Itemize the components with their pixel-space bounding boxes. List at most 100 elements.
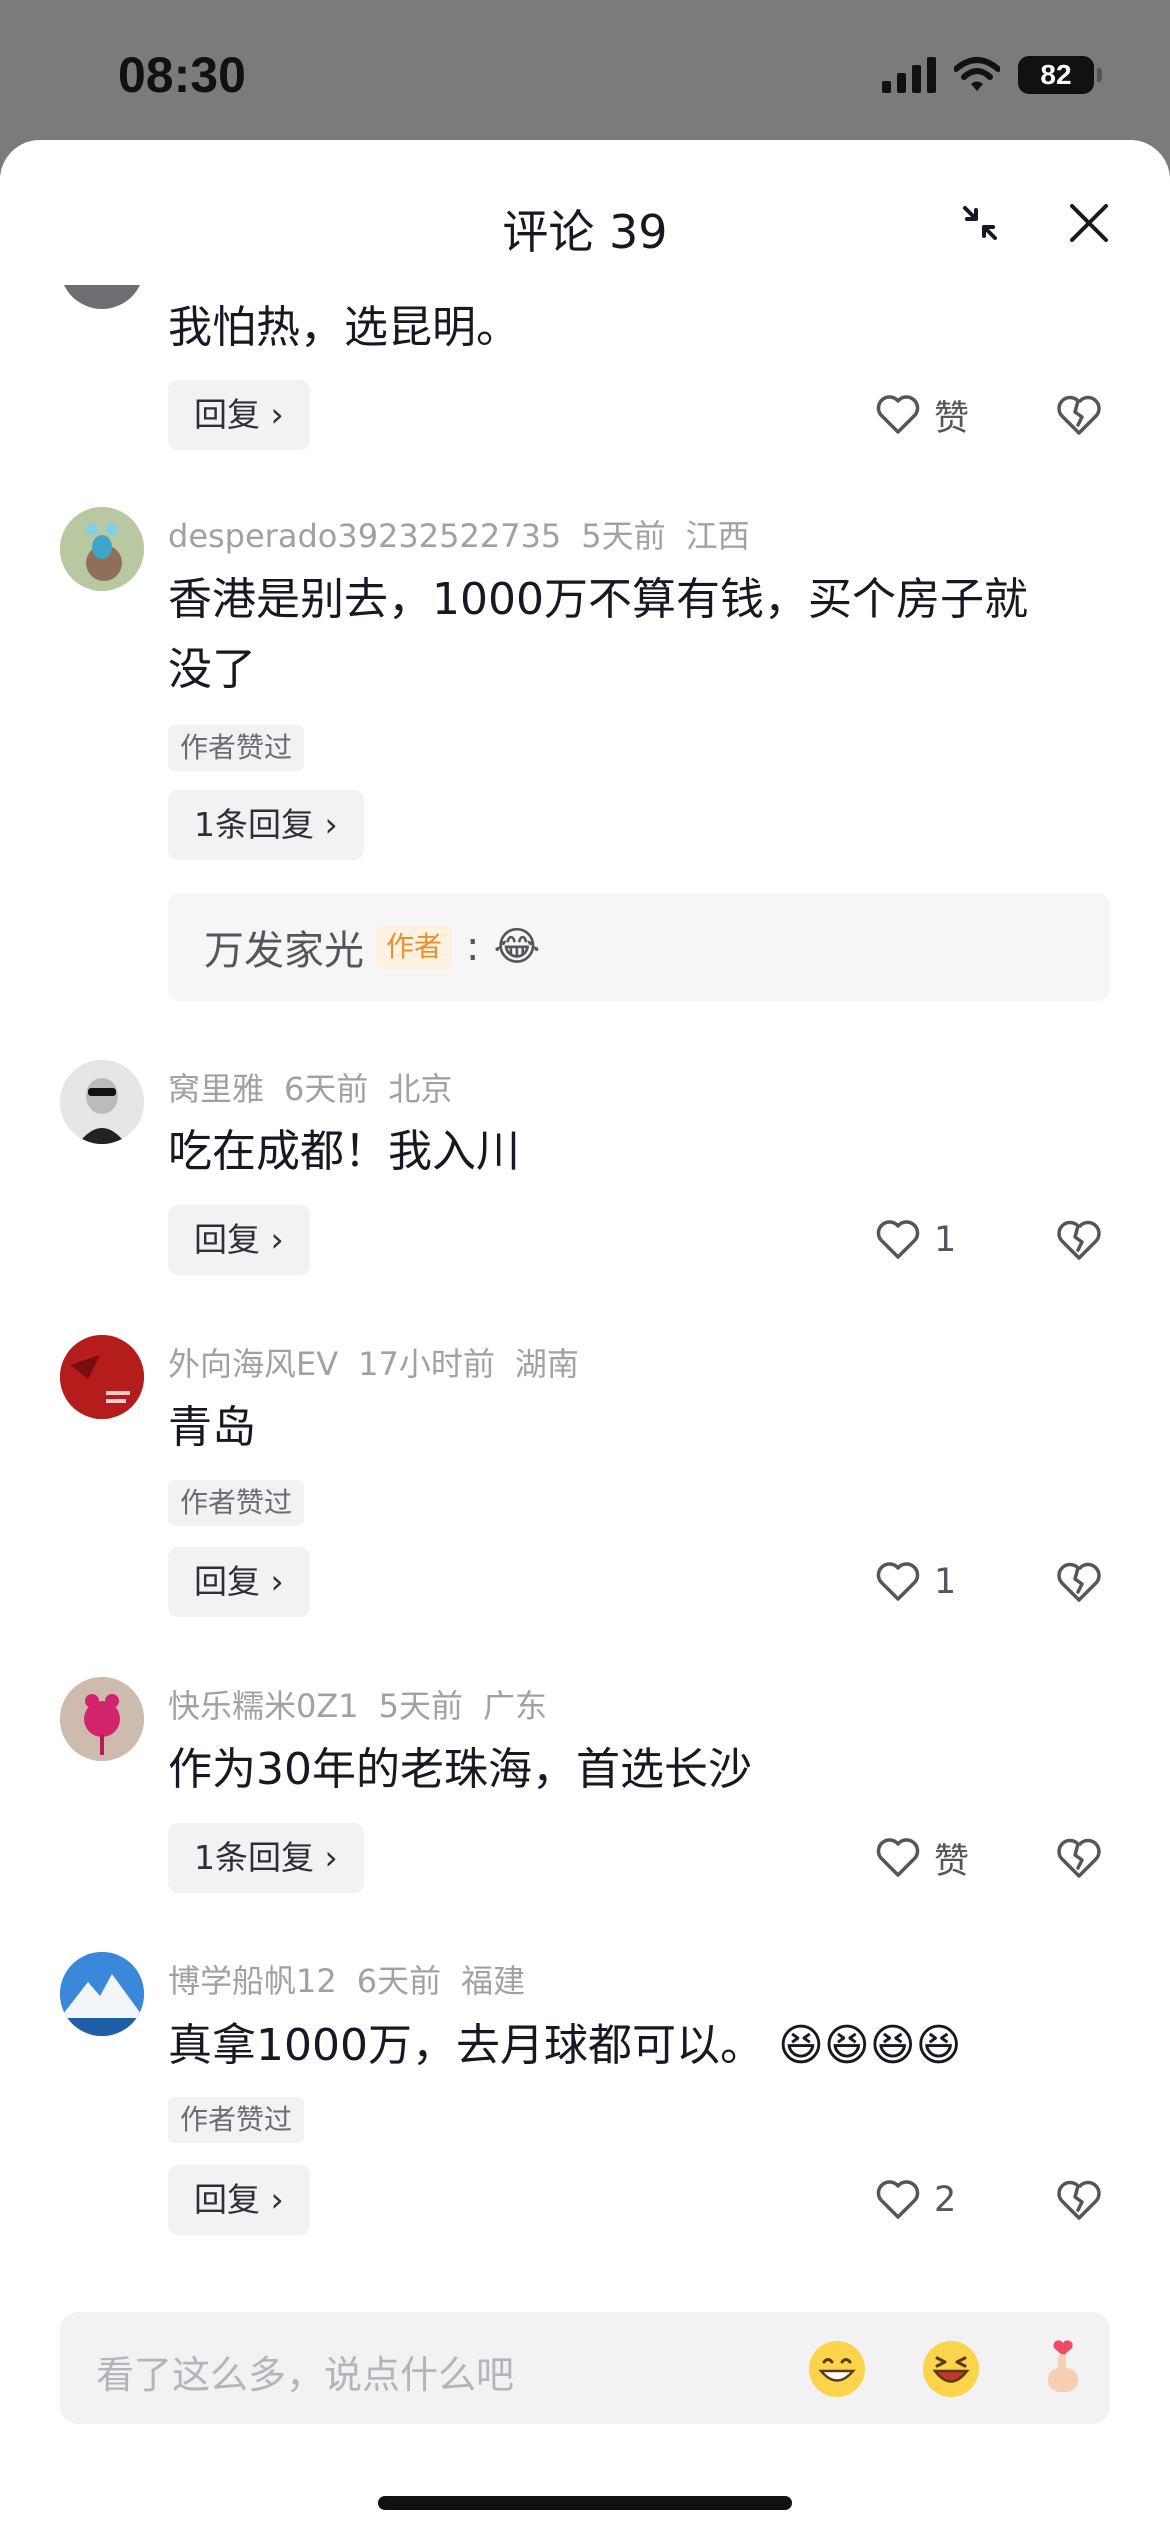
reply-label: 回复 — [194, 2180, 260, 2219]
chevron-right-icon: › — [270, 1562, 284, 1601]
avatar-image — [60, 1952, 144, 2036]
avatar-image — [60, 1060, 144, 1144]
status-time: 08:30 — [118, 47, 246, 103]
comment-text: 青岛 — [168, 1402, 256, 1453]
chevron-right-icon: › — [324, 1838, 338, 1877]
author-liked-badge: 作者赞过 — [168, 2097, 305, 2143]
reply-content: 😂 — [493, 924, 541, 970]
comment-time: 5天前 — [378, 1687, 464, 1725]
avatar[interactable] — [60, 1335, 144, 1419]
like-count: 1 — [934, 1220, 957, 1260]
home-indicator — [378, 2496, 792, 2510]
comment-text: 我怕热，选昆明。 — [168, 302, 520, 353]
comment-text: 真拿1000万，去月球都可以。 😆😆😆😆 — [168, 2011, 961, 2081]
view-replies-button[interactable]: 1条回复 › — [168, 790, 364, 860]
reply-label: 回复 — [194, 395, 260, 434]
avatar-image — [60, 1677, 144, 1761]
reply-author-name[interactable]: 万发家光 — [204, 918, 364, 976]
comment-meta: 快乐糯米0Z1 5天前 广东 — [168, 1681, 567, 1727]
grin-emoji: 😆😆😆😆 — [777, 2020, 962, 2071]
dislike-icon[interactable] — [1056, 1217, 1102, 1263]
like-label: 赞 — [934, 1841, 970, 1882]
dislike-icon[interactable] — [1056, 392, 1102, 438]
username[interactable]: 窝里雅 — [168, 1070, 264, 1108]
author-tag: 作者 — [376, 925, 453, 969]
chevron-right-icon: › — [324, 805, 338, 844]
like-button[interactable]: 2 — [876, 2165, 956, 2235]
view-replies-button[interactable]: 1条回复 › — [168, 1823, 364, 1893]
comment-location: 广东 — [483, 1687, 548, 1725]
like-button[interactable]: 1 — [876, 1205, 956, 1275]
avatar[interactable] — [60, 507, 144, 591]
comment-meta: 博学船帆12 6天前 福建 — [168, 1956, 545, 2002]
reply-preview[interactable]: 万发家光 作者 : 😂 — [168, 893, 1110, 1001]
username[interactable]: 博学船帆12 — [168, 1962, 337, 2000]
comment-meta: desperado39232522735 5天前 江西 — [168, 511, 770, 557]
like-button[interactable]: 赞 — [876, 1823, 969, 1893]
like-button[interactable]: 赞 — [876, 380, 969, 450]
comments-sheet: 评论 39 我怕热，选昆明。 回复 › 赞 desperado392325227… — [0, 140, 1170, 2532]
chevron-right-icon: › — [270, 2180, 284, 2219]
status-icons: 82 — [882, 56, 1102, 94]
wifi-icon — [954, 57, 1000, 91]
comment-meta: 外向海风EV 17小时前 湖南 — [168, 1339, 599, 1385]
comment-text: 吃在成都！我入川 — [168, 1126, 520, 1177]
status-bar: 08:30 82 — [0, 0, 1170, 140]
reply-colon: : — [466, 924, 480, 970]
reply-count-label: 1条回复 — [194, 805, 314, 844]
username[interactable]: 快乐糯米0Z1 — [168, 1687, 359, 1725]
reply-label: 回复 — [194, 1220, 260, 1259]
dislike-icon[interactable] — [1056, 1835, 1102, 1881]
reply-button[interactable]: 回复 › — [168, 2165, 310, 2235]
sheet-header: 评论 39 — [0, 140, 1170, 285]
comment-location: 湖南 — [514, 1345, 579, 1383]
author-liked-badge: 作者赞过 — [168, 1480, 305, 1526]
comment-input[interactable]: 看了这么多，说点什么吧 — [60, 2312, 1110, 2424]
reply-count-label: 1条回复 — [194, 1838, 314, 1877]
avatar-image — [60, 1335, 144, 1419]
avatar[interactable] — [60, 1677, 144, 1761]
comment-location: 福建 — [461, 1962, 526, 2000]
avatar[interactable] — [60, 1952, 144, 2036]
username[interactable]: 外向海风EV — [168, 1345, 338, 1383]
username[interactable]: desperado39232522735 — [168, 517, 561, 555]
heart-icon — [876, 1562, 920, 1601]
like-button[interactable]: 1 — [876, 1547, 956, 1617]
comment-meta: 窝里雅 6天前 北京 — [168, 1064, 472, 1110]
comment-location: 江西 — [685, 517, 750, 555]
heart-icon — [876, 1220, 920, 1259]
comment-time: 6天前 — [284, 1070, 369, 1108]
battery-icon: 82 — [1018, 56, 1102, 94]
comment-time: 5天前 — [581, 517, 666, 555]
collapse-icon[interactable] — [955, 198, 1005, 248]
comment-time: 17小时前 — [358, 1345, 495, 1383]
chevron-right-icon: › — [270, 395, 284, 434]
author-liked-badge: 作者赞过 — [168, 725, 305, 771]
reply-button[interactable]: 回复 › — [168, 380, 310, 450]
heart-icon — [876, 395, 920, 434]
reply-button[interactable]: 回复 › — [168, 1547, 310, 1617]
reply-button[interactable]: 回复 › — [168, 1205, 310, 1275]
finger-heart-emoji-button[interactable] — [1032, 2338, 1094, 2400]
like-count: 1 — [934, 1562, 957, 1602]
comment-text: 作为30年的老珠海，首选长沙 — [168, 1744, 752, 1795]
avatar-image — [60, 507, 144, 591]
grin-emoji-button[interactable] — [806, 2338, 868, 2400]
like-count: 2 — [934, 2180, 957, 2220]
avatar[interactable] — [60, 285, 144, 309]
avatar[interactable] — [60, 1060, 144, 1144]
comment-time: 6天前 — [356, 1962, 442, 2000]
chevron-right-icon: › — [270, 1220, 284, 1259]
heart-icon — [876, 1838, 920, 1877]
comment-text-line-2: 没了 — [168, 644, 256, 695]
dislike-icon[interactable] — [1056, 2177, 1102, 2223]
comment-input-placeholder: 看了这么多，说点什么吧 — [96, 2353, 515, 2397]
dislike-icon[interactable] — [1056, 1559, 1102, 1605]
reply-label: 回复 — [194, 1562, 260, 1601]
laughing-emoji-button[interactable] — [920, 2338, 982, 2400]
close-icon[interactable] — [1064, 198, 1114, 248]
comment-list[interactable]: 我怕热，选昆明。 回复 › 赞 desperado39232522735 5天前江… — [0, 285, 1170, 2385]
comment-location: 北京 — [388, 1070, 453, 1108]
like-label: 赞 — [934, 398, 970, 439]
comment-text-line-1: 香港是别去，1000万不算有钱，买个房子就 — [168, 574, 1028, 625]
